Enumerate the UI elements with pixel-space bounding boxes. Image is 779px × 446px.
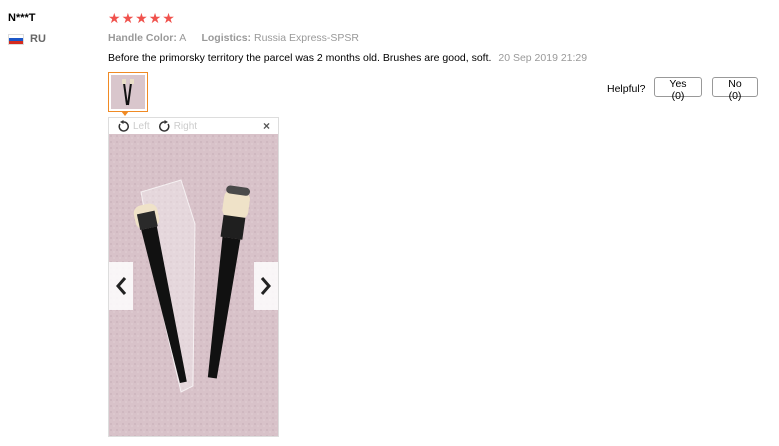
handle-color-value: A <box>179 32 186 44</box>
helpful-no-button[interactable]: No (0) <box>712 77 758 102</box>
logistics-label: Logistics: <box>201 32 252 44</box>
star-icon: ★ <box>162 10 175 26</box>
chevron-left-icon <box>116 277 127 295</box>
thumbnail-image <box>111 75 145 109</box>
russia-flag-icon <box>8 33 24 45</box>
review-photo-thumbnail[interactable] <box>108 72 148 112</box>
chevron-right-icon <box>260 277 271 295</box>
viewer-toolbar: Left Right × <box>109 118 278 134</box>
star-icon: ★ <box>135 10 148 26</box>
rotate-left-icon <box>118 119 129 132</box>
helpful-label: Helpful? <box>607 83 646 95</box>
previous-photo-button[interactable] <box>109 262 133 310</box>
close-icon[interactable]: × <box>263 119 270 133</box>
rotate-right-button[interactable]: Right <box>158 119 198 133</box>
rotate-right-icon <box>158 119 170 132</box>
star-icon: ★ <box>148 10 162 26</box>
star-icon: ★ <box>108 10 121 26</box>
rotate-left-label: Left <box>133 120 150 132</box>
photo-viewer: Left Right × <box>108 117 279 437</box>
review-date: 20 Sep 2019 21:29 <box>498 52 588 64</box>
thumbnail-selected-caret <box>121 111 129 116</box>
helpful-yes-button[interactable]: Yes (0) <box>654 77 702 102</box>
next-photo-button[interactable] <box>254 262 278 310</box>
rotate-right-label: Right <box>173 120 198 132</box>
star-icon: ★ <box>121 10 135 26</box>
purchase-attributes: Handle Color: A Logistics: Russia Expres… <box>108 32 359 44</box>
review-photo <box>109 134 278 436</box>
reviewer-name: N***T <box>8 12 36 24</box>
star-rating: ★ ★ ★ ★ ★ <box>108 10 175 26</box>
reviewer-country: RU <box>8 33 46 45</box>
handle-color-label: Handle Color: <box>108 32 177 44</box>
rotate-left-button[interactable]: Left <box>117 119 150 133</box>
logistics-value: Russia Express-SPSR <box>253 32 360 44</box>
review-text: Before the primorsky territory the parce… <box>108 52 492 64</box>
country-code: RU <box>30 33 46 45</box>
review-body: Before the primorsky territory the parce… <box>108 52 587 64</box>
